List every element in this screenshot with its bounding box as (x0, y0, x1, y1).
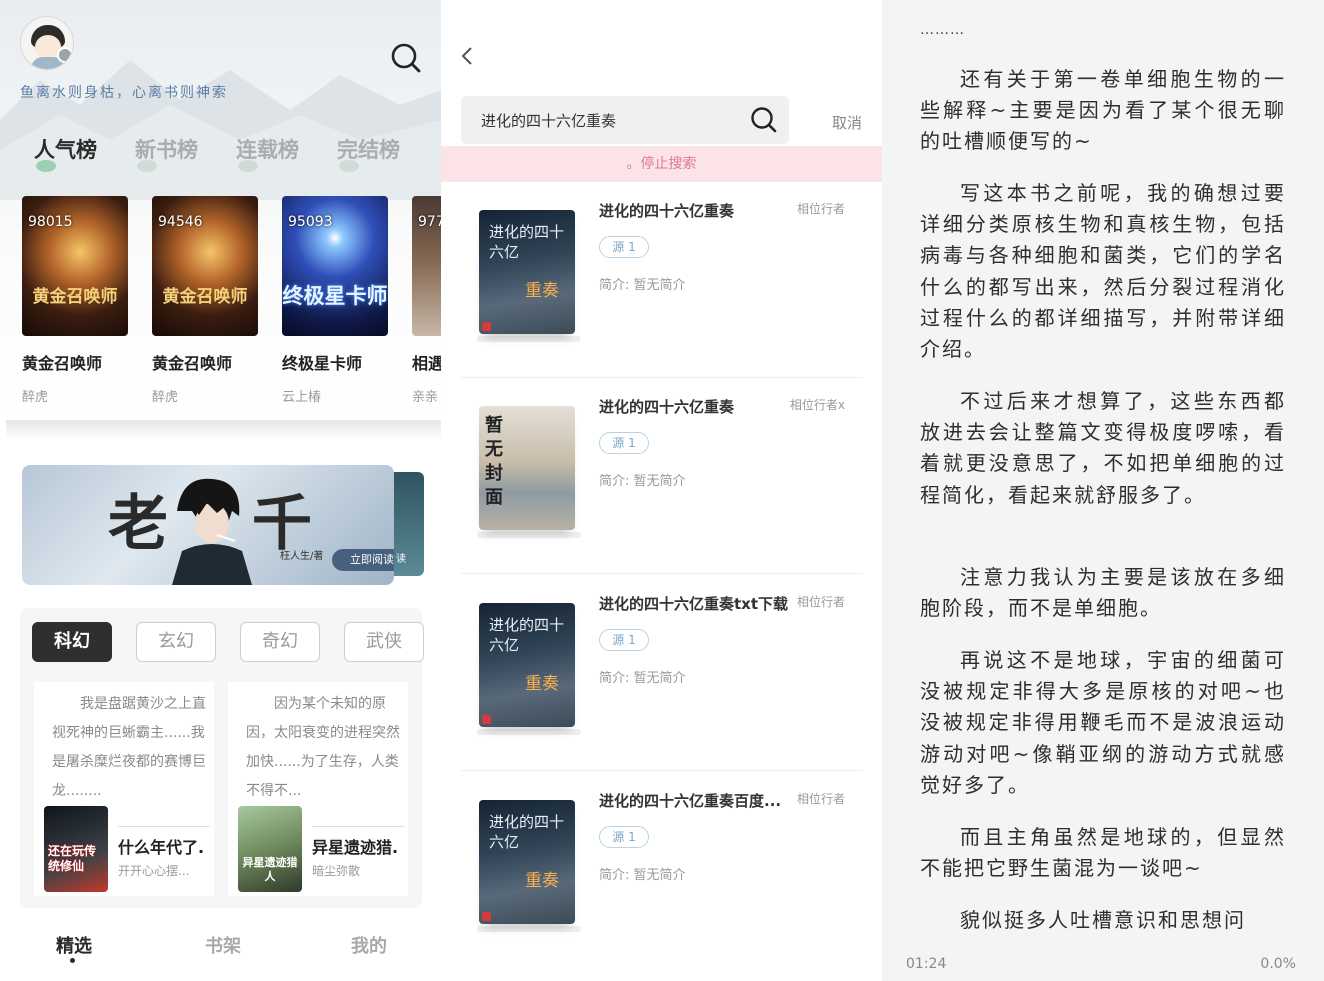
result-author: 相位行者x (789, 398, 845, 412)
active-indicator (70, 958, 75, 963)
category-tabs: 科幻 玄幻 奇幻 武侠 (32, 622, 424, 662)
bottom-navigation: 精选 书架 我的 (0, 920, 441, 981)
book-cover: 977 (412, 196, 441, 336)
search-icon[interactable] (749, 105, 779, 135)
stop-search-button[interactable]: 。停止搜索 (441, 146, 882, 182)
paragraph: 再说这不是地球，宇宙的细菌可没被规定非得大多是原核的对吧~也没被规定非得用鞭毛而… (920, 648, 1286, 797)
recommend-title: 什么年代了. (118, 838, 205, 857)
banner-figure (172, 478, 252, 585)
result-cover: 进化的四十六亿 重奏 (479, 800, 575, 924)
screenshot-root: 鱼离水则身枯，心离书则神索 人气榜 新书榜 连载榜 完结榜 98015 黄金召唤… (0, 0, 1324, 981)
result-cover: 进化的四十六亿 重奏 (479, 603, 575, 727)
search-result-item[interactable]: 进化的四十六亿 重奏 进化的四十六亿重奏txt下载 相位行者 源 1 简介: 暂无… (461, 575, 863, 771)
recommend-desc: 因为某个未知的原因，太阳衰变的进程突然加快......为了生存，人类不得不... (246, 696, 400, 799)
tab-serial[interactable]: 连载榜 (236, 134, 299, 172)
search-input[interactable]: 进化的四十六亿重奏 (481, 110, 616, 131)
category-wuxia[interactable]: 武侠 (344, 622, 424, 662)
search-result-item[interactable]: 进化的四十六亿 重奏 进化的四十六亿重奏百度... 相位行者 源 1 简介: 暂无… (461, 772, 863, 968)
nav-featured[interactable]: 精选 (56, 932, 92, 958)
book-card[interactable]: 95093 终极星卡师 终极星卡师 云上椿 (282, 196, 388, 405)
paragraph: 不过后来才想算了，这些东西都放进去会让整篇文变得极度啰嗦，看着就更没意思了，不如… (920, 389, 1286, 507)
recommend-cover: 异星遗迹猎人 (238, 806, 302, 892)
reader-panel[interactable]: ……… 还有关于第一卷单细胞生物的一些解释~主要是因为看了某个很无聊的吐槽顺便写… (882, 0, 1324, 981)
result-intro: 简介: 暂无简介 (599, 278, 686, 293)
back-arrow-icon[interactable] (459, 44, 475, 68)
recommend-title: 异星遗迹猎. (312, 838, 399, 857)
read-now-button[interactable]: 立即阅读 (332, 549, 394, 571)
book-cover: 94546 黄金召唤师 (152, 196, 258, 336)
recommend-desc: 我是盘踞黄沙之上直视死神的巨蜥霸主......我是屠杀糜烂夜都的赛博巨龙....… (52, 696, 206, 799)
search-panel: 进化的四十六亿重奏 取消 。停止搜索 进化的四十六亿 重奏 进化的四十六亿重奏 相… (441, 0, 882, 981)
clock-time: 01:24 (906, 956, 947, 972)
result-cover: 暂无封面 (479, 406, 575, 530)
book-title: 相遇 (412, 354, 441, 373)
search-box[interactable]: 进化的四十六亿重奏 (461, 96, 789, 144)
source-badge[interactable]: 源 1 (599, 432, 649, 454)
source-badge[interactable]: 源 1 (599, 629, 649, 651)
tab-popular[interactable]: 人气榜 (34, 134, 97, 172)
user-avatar[interactable] (20, 16, 74, 70)
paragraph: 写这本书之前呢，我的确想过要详细分类原核生物和真核生物，包括病毒与各种细胞和菌类… (920, 181, 1286, 362)
category-section: 科幻 玄幻 奇幻 武侠 我是盘踞黄沙之上直视死神的巨蜥霸主......我是屠杀糜… (20, 608, 424, 908)
ranking-tabs: 人气榜 新书榜 连载榜 完结榜 (34, 134, 400, 172)
result-title: 进化的四十六亿重奏 (599, 398, 735, 416)
result-author: 相位行者 (796, 595, 845, 609)
recommend-card[interactable]: 因为某个未知的原因，太阳衰变的进程突然加快......为了生存，人类不得不...… (228, 682, 408, 896)
paragraph: 还有关于第一卷单细胞生物的一些解释~主要是因为看了某个很无聊的吐槽顺便写的~ (920, 67, 1286, 154)
paragraph: 注意力我认为主要是该放在多细胞阶段，而不是单细胞。 (920, 565, 1286, 621)
cancel-button[interactable]: 取消 (832, 112, 862, 133)
result-title: 进化的四十六亿重奏 (599, 202, 735, 220)
next-banner-peek[interactable]: 读 (392, 472, 424, 576)
paragraph: 而且主角虽然是地球的，但显然不能把它野生菌混为一谈吧~ (920, 825, 1286, 881)
book-title: 终极星卡师 (282, 354, 363, 373)
nav-mine[interactable]: 我的 (351, 932, 387, 958)
category-scifi[interactable]: 科幻 (32, 622, 112, 662)
recommend-author: 暗尘弥散 (312, 864, 361, 878)
book-card[interactable]: 94546 黄金召唤师 黄金召唤师 醉虎 (152, 196, 258, 405)
recommend-cover: 还在玩传统修仙 (44, 806, 108, 892)
category-magic[interactable]: 奇幻 (240, 622, 320, 662)
search-result-item[interactable]: 进化的四十六亿 重奏 进化的四十六亿重奏 相位行者 源 1 简介: 暂无简介 (461, 182, 863, 378)
section-divider (6, 420, 441, 440)
motto-text: 鱼离水则身枯，心离书则神索 (20, 85, 228, 101)
book-author: 云上椿 (282, 390, 322, 405)
book-cover: 98015 黄金召唤师 (22, 196, 128, 336)
result-author: 相位行者 (796, 792, 845, 806)
category-fantasy[interactable]: 玄幻 (136, 622, 216, 662)
search-icon[interactable] (390, 42, 422, 74)
book-cover: 95093 终极星卡师 (282, 196, 388, 336)
result-intro: 简介: 暂无简介 (599, 474, 686, 489)
nav-bookshelf[interactable]: 书架 (205, 932, 241, 958)
recommend-card[interactable]: 我是盘踞黄沙之上直视死神的巨蜥霸主......我是屠杀糜烂夜都的赛博巨龙....… (34, 682, 214, 896)
book-title: 黄金召唤师 (22, 354, 103, 373)
tab-new[interactable]: 新书榜 (135, 134, 198, 172)
paragraph: 貌似挺多人吐槽意识和思想问 (960, 908, 1246, 932)
tab-finished[interactable]: 完结榜 (337, 134, 400, 172)
book-title: 黄金召唤师 (152, 354, 233, 373)
result-intro: 简介: 暂无简介 (599, 671, 686, 686)
book-card[interactable]: 977 相遇 亲亲 (412, 196, 441, 405)
source-badge[interactable]: 源 1 (599, 826, 649, 848)
discover-panel: 鱼离水则身枯，心离书则神索 人气榜 新书榜 连载榜 完结榜 98015 黄金召唤… (0, 0, 441, 981)
ellipsis-text: ……… (920, 22, 965, 38)
book-card[interactable]: 98015 黄金召唤师 黄金召唤师 醉虎 (22, 196, 128, 405)
result-title: 进化的四十六亿重奏txt下载 (599, 595, 789, 613)
search-result-item[interactable]: 暂无封面 进化的四十六亿重奏 相位行者x 源 1 简介: 暂无简介 (461, 378, 863, 574)
result-cover: 进化的四十六亿 重奏 (479, 210, 575, 334)
result-author: 相位行者 (796, 202, 845, 216)
recommend-author: 开开心心摆... (118, 864, 190, 878)
book-author: 亲亲 (412, 390, 439, 405)
book-author: 醉虎 (22, 390, 49, 405)
book-author: 醉虎 (152, 390, 179, 405)
featured-banner[interactable]: 老 千 枉人生/著 立即阅读 (22, 465, 394, 585)
source-badge[interactable]: 源 1 (599, 236, 649, 258)
reading-progress: 0.0% (1260, 956, 1296, 972)
result-title: 进化的四十六亿重奏百度... (599, 792, 782, 810)
result-intro: 简介: 暂无简介 (599, 868, 686, 883)
ranking-book-list: 98015 黄金召唤师 黄金召唤师 醉虎 94546 黄金召唤师 黄金召唤师 醉… (22, 196, 441, 405)
